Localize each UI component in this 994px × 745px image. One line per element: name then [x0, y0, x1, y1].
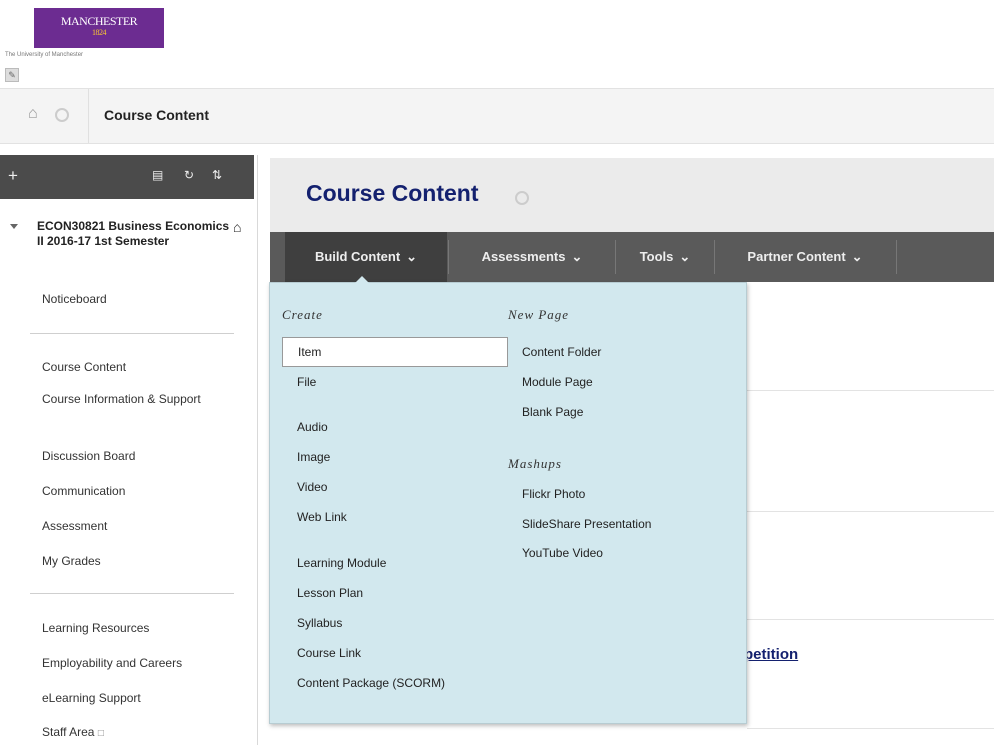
menu-item-slideshare[interactable]: SlideShare Presentation	[522, 517, 651, 531]
page-options-icon[interactable]	[515, 191, 529, 205]
menu-item-lesson-plan[interactable]: Lesson Plan	[297, 586, 363, 600]
nav-item-employability[interactable]: Employability and Careers	[42, 656, 182, 671]
nav-item-discussion-board[interactable]: Discussion Board	[42, 449, 135, 464]
chevron-down-icon: ⌄	[571, 249, 583, 264]
create-heading: Create	[282, 307, 323, 322]
mashups-heading: Mashups	[508, 456, 562, 471]
chevron-down-icon: ⌄	[679, 249, 691, 264]
title-band: Course Content	[270, 158, 994, 232]
plus-icon[interactable]: +	[8, 166, 18, 186]
course-name[interactable]: ECON30821 Business Economics II 2016-17 …	[37, 219, 232, 249]
content-row-divider	[747, 728, 994, 729]
tab-divider	[896, 240, 897, 274]
nav-item-my-grades[interactable]: My Grades	[42, 554, 101, 569]
tab-divider	[615, 240, 616, 274]
menu-item-file[interactable]: File	[297, 375, 316, 389]
sort-icon[interactable]: ⇅	[212, 168, 222, 182]
collapse-arrow-icon[interactable]	[10, 224, 18, 229]
menu-item-flickr-photo[interactable]: Flickr Photo	[522, 487, 585, 501]
tab-label: Build Content	[314, 249, 401, 264]
content-row-divider	[747, 390, 994, 391]
nav-item-course-information[interactable]: Course Information & Support	[42, 392, 212, 407]
nav-item-communication[interactable]: Communication	[42, 484, 125, 499]
context-menu-icon[interactable]	[55, 108, 69, 122]
tab-tools[interactable]: Tools ⌄	[620, 232, 710, 282]
chevron-down-icon: ⌄	[851, 249, 863, 264]
nav-divider	[30, 593, 234, 594]
nav-item-noticeboard[interactable]: Noticeboard	[42, 292, 107, 307]
nav-divider	[30, 333, 234, 334]
restricted-icon: □	[97, 728, 104, 739]
nav-item-course-content[interactable]: Course Content	[42, 360, 126, 375]
tab-divider	[448, 240, 449, 274]
home-icon[interactable]: ⌂	[233, 219, 241, 235]
tab-build-content[interactable]: Build Content ⌄	[285, 232, 447, 282]
action-bar: Build Content ⌄ Assessments ⌄ Tools ⌄ Partn…	[270, 232, 994, 282]
tab-label: Assessments	[481, 249, 566, 264]
menu-item-item[interactable]: Item	[282, 337, 508, 367]
refresh-icon[interactable]: ↻	[184, 168, 194, 182]
university-logo[interactable]: MANCHESTER 1824 The University of Manche…	[5, 8, 164, 58]
tab-assessments[interactable]: Assessments ⌄	[453, 232, 611, 282]
logo-year: 1824	[92, 28, 107, 37]
menu-item-youtube-video[interactable]: YouTube Video	[522, 546, 603, 560]
menu-item-web-link[interactable]: Web Link	[297, 510, 347, 524]
home-icon[interactable]: ⌂	[28, 105, 38, 123]
menu-item-module-page[interactable]: Module Page	[522, 375, 593, 389]
tab-label: Tools	[639, 249, 674, 264]
logo-subtitle: The University of Manchester	[5, 52, 84, 58]
menu-item-course-link[interactable]: Course Link	[297, 646, 361, 660]
tab-partner-content[interactable]: Partner Content ⌄	[720, 232, 890, 282]
breadcrumb-divider	[88, 89, 89, 143]
nav-item-elearning-support[interactable]: eLearning Support	[42, 691, 141, 706]
course-menu: + ▤ ↻ ⇅ ECON30821 Business Economics II …	[0, 155, 258, 745]
content-row-divider	[747, 619, 994, 620]
nav-item-learning-resources[interactable]: Learning Resources	[42, 621, 149, 636]
breadcrumb-title: Course Content	[104, 107, 209, 123]
chevron-down-icon: ⌄	[406, 249, 418, 264]
nav-item-assessment[interactable]: Assessment	[42, 519, 107, 534]
nav-item-staff-area-label: Staff Area	[42, 725, 95, 739]
new-page-heading: New Page	[508, 307, 570, 322]
menu-item-content-package[interactable]: Content Package (SCORM)	[297, 676, 445, 690]
nav-item-staff-area[interactable]: Staff Area □	[42, 725, 104, 741]
course-menu-toolbar: + ▤ ↻ ⇅	[0, 155, 254, 199]
build-content-dropdown: Create Item File Audio Image Video Web L…	[269, 276, 747, 724]
tab-label: Partner Content	[747, 249, 846, 264]
tab-divider	[714, 240, 715, 274]
edit-icon[interactable]: ✎	[5, 68, 19, 82]
logo-box: MANCHESTER 1824	[34, 8, 164, 48]
menu-item-video[interactable]: Video	[297, 480, 327, 494]
page-title: Course Content	[306, 180, 479, 206]
content-item-link[interactable]: petition	[744, 646, 798, 663]
dropdown-notch	[355, 276, 369, 283]
breadcrumb: ⌂ Course Content	[0, 88, 994, 144]
menu-item-blank-page[interactable]: Blank Page	[522, 405, 583, 419]
folder-icon[interactable]: ▤	[152, 168, 163, 182]
content-row-divider	[747, 511, 994, 512]
logo-text: MANCHESTER	[60, 14, 138, 28]
menu-item-image[interactable]: Image	[297, 450, 330, 464]
menu-item-content-folder[interactable]: Content Folder	[522, 345, 601, 359]
menu-item-learning-module[interactable]: Learning Module	[297, 556, 386, 570]
menu-item-syllabus[interactable]: Syllabus	[297, 616, 342, 630]
menu-item-audio[interactable]: Audio	[297, 420, 328, 434]
